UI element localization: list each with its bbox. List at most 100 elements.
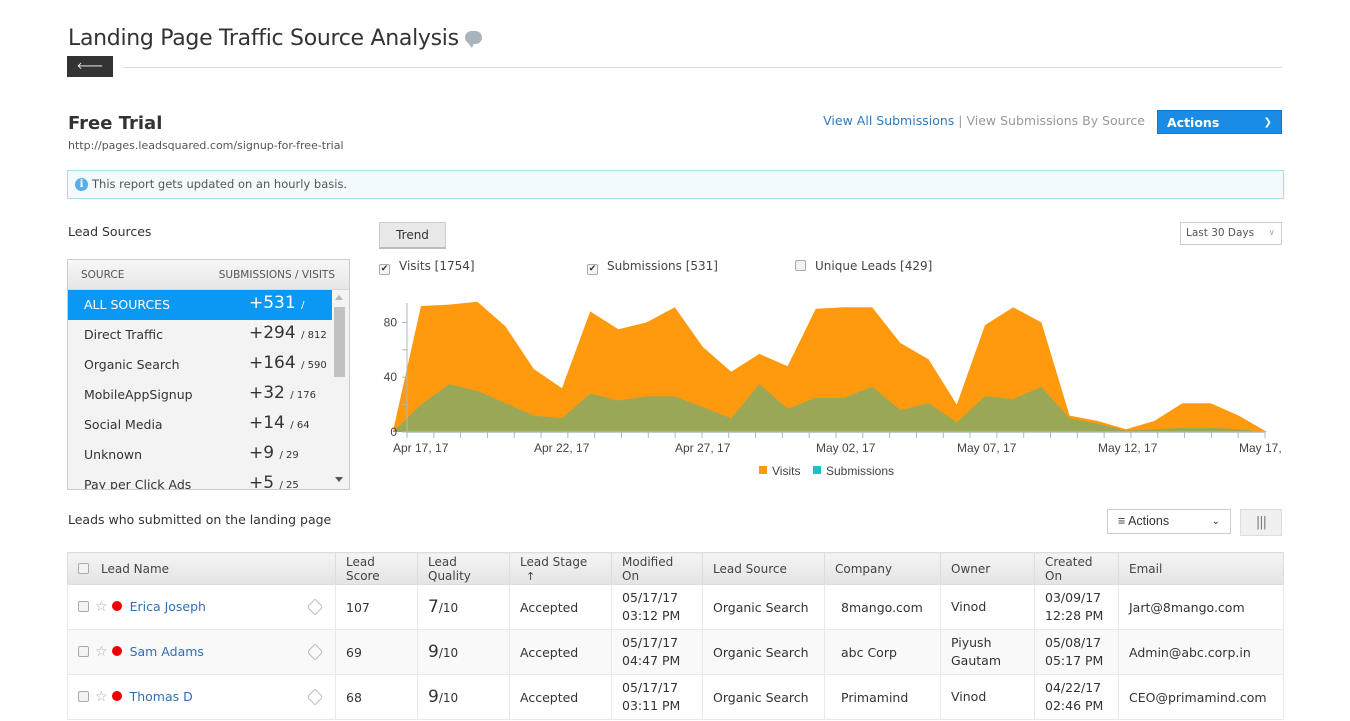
star-icon[interactable]: ☆ bbox=[95, 689, 108, 705]
table-row[interactable]: ☆ Sam Adams 69 9/10 Accepted 05/17/17 04:47 PM… bbox=[67, 629, 1284, 675]
created-date: 04/22/17 bbox=[1045, 680, 1102, 695]
comment-icon[interactable] bbox=[464, 31, 482, 48]
scroll-thumb[interactable] bbox=[334, 307, 345, 377]
column-header-created-on[interactable]: Created On bbox=[1034, 552, 1119, 585]
tag-icon[interactable] bbox=[306, 598, 324, 616]
lead-source-row[interactable]: Pay per Click Ads +5 / 25 bbox=[68, 470, 333, 490]
modified-time: 03:11 PM bbox=[622, 698, 681, 713]
checkbox-checked-icon[interactable]: ✔ bbox=[379, 264, 390, 275]
created-date: 03/09/17 bbox=[1045, 590, 1102, 605]
lead-name-link[interactable]: Erica Joseph bbox=[130, 599, 206, 614]
submissions-checkbox[interactable]: ✔ Submissions [531] bbox=[587, 258, 718, 275]
row-checkbox[interactable] bbox=[78, 646, 89, 657]
column-header-email[interactable]: Email bbox=[1118, 552, 1284, 585]
tag-icon[interactable] bbox=[306, 688, 324, 706]
columns-icon: ||| bbox=[1255, 515, 1267, 530]
created-time: 05:17 PM bbox=[1045, 653, 1104, 668]
star-icon[interactable]: ☆ bbox=[95, 644, 108, 660]
column-settings-button[interactable]: ||| bbox=[1240, 509, 1282, 536]
select-all-checkbox[interactable] bbox=[78, 562, 89, 574]
created-time: 12:28 PM bbox=[1045, 608, 1104, 623]
cell-lead-name: ☆ Thomas D bbox=[67, 674, 336, 720]
page-title: Landing Page Traffic Source Analysis bbox=[68, 26, 482, 51]
modified-date: 05/17/17 bbox=[622, 590, 679, 605]
view-submissions-by-source-link[interactable]: View Submissions By Source bbox=[966, 113, 1145, 128]
back-button[interactable]: 🡐 Back bbox=[67, 56, 113, 93]
checkbox-unchecked-icon[interactable] bbox=[795, 260, 806, 271]
x-tick-label: May 12, 17 bbox=[1098, 441, 1158, 455]
cell-created-on: 04/22/17 02:46 PM bbox=[1034, 674, 1119, 720]
submissions-count: +14 bbox=[249, 413, 285, 433]
source-column-header: SOURCE bbox=[81, 269, 125, 281]
submission-links: View All Submissions | View Submissions … bbox=[823, 113, 1145, 128]
row-checkbox[interactable] bbox=[78, 601, 89, 612]
submissions-count: +164 bbox=[249, 353, 296, 373]
lead-source-row[interactable]: Direct Traffic +294 / 812 bbox=[68, 320, 333, 350]
scrollbar[interactable] bbox=[332, 290, 347, 489]
column-header-lead-source[interactable]: Lead Source bbox=[702, 552, 825, 585]
landing-page-name: Free Trial bbox=[68, 113, 163, 134]
date-range-value: Last 30 Days bbox=[1186, 227, 1255, 239]
cell-lead-quality: 7/10 bbox=[417, 584, 510, 630]
cell-lead-quality: 9/10 bbox=[417, 674, 510, 720]
back-label: Back bbox=[77, 82, 103, 93]
lead-source-name: MobileAppSignup bbox=[84, 387, 193, 402]
column-header-modified-on[interactable]: Modified On bbox=[611, 552, 703, 585]
cell-lead-source: Organic Search bbox=[702, 674, 825, 720]
submissions-count: +9 bbox=[249, 443, 275, 463]
legend-label-visits: Visits bbox=[772, 464, 800, 478]
lead-source-row[interactable]: Organic Search +164 / 590 bbox=[68, 350, 333, 380]
view-all-submissions-link[interactable]: View All Submissions bbox=[823, 113, 954, 128]
visits-checkbox-label: Visits [1754] bbox=[399, 259, 475, 273]
chevron-down-icon: ❯ bbox=[1263, 117, 1272, 128]
checkbox-checked-icon[interactable]: ✔ bbox=[587, 264, 598, 275]
actions-dropdown[interactable]: Actions ❯ bbox=[1157, 110, 1282, 134]
column-header-lead-score[interactable]: Lead Score bbox=[335, 552, 418, 585]
lead-name-link[interactable]: Sam Adams bbox=[130, 644, 204, 659]
table-row[interactable]: ☆ Erica Joseph 107 7/10 Accepted 05/17/17 03:1… bbox=[67, 584, 1284, 630]
table-row[interactable]: ☆ Thomas D 68 9/10 Accepted 05/17/17 03:11 PM O… bbox=[67, 674, 1284, 720]
column-header-lead-stage[interactable]: Lead Stage ↑ bbox=[509, 552, 612, 585]
lead-source-row[interactable]: ALL SOURCES +531 / 1754 bbox=[68, 290, 333, 331]
lead-source-row[interactable]: Social Media +14 / 64 bbox=[68, 410, 333, 440]
visits-count: / 64 bbox=[290, 420, 310, 431]
submissions-count: +5 bbox=[249, 473, 275, 490]
lead-name-link[interactable]: Thomas D bbox=[130, 689, 193, 704]
column-header-owner[interactable]: Owner bbox=[940, 552, 1035, 585]
lead-source-name: ALL SOURCES bbox=[84, 297, 170, 312]
column-header-company[interactable]: Company bbox=[824, 552, 941, 585]
date-range-select[interactable]: Last 30 Days ∨ bbox=[1180, 222, 1282, 245]
scroll-down-icon[interactable] bbox=[335, 477, 343, 482]
column-header-lead-quality[interactable]: Lead Quality bbox=[417, 552, 510, 585]
submissions-checkbox-label: Submissions [531] bbox=[607, 259, 718, 273]
lead-source-metric: +14 / 64 bbox=[249, 413, 310, 433]
tag-icon[interactable] bbox=[306, 643, 324, 661]
lead-source-row[interactable]: Unknown +9 / 29 bbox=[68, 440, 333, 470]
modified-date: 05/17/17 bbox=[622, 680, 679, 695]
legend-swatch-submissions bbox=[813, 466, 821, 474]
scroll-up-icon[interactable] bbox=[335, 295, 343, 300]
row-checkbox[interactable] bbox=[78, 691, 89, 702]
owner-name-line2: Gautam bbox=[951, 653, 1002, 668]
cell-modified-on: 05/17/17 03:12 PM bbox=[611, 584, 703, 630]
column-header-lead-name[interactable]: Lead Name bbox=[67, 552, 336, 585]
table-actions-dropdown[interactable]: ≡ Actions ⌄ bbox=[1107, 509, 1231, 534]
visits-checkbox[interactable]: ✔ Visits [1754] bbox=[379, 258, 475, 275]
owner-name-line1: Vinod bbox=[951, 599, 987, 614]
star-icon[interactable]: ☆ bbox=[95, 599, 108, 615]
metric-column-header: SUBMISSIONS / VISITS bbox=[218, 269, 335, 281]
cell-lead-stage: Accepted bbox=[509, 584, 612, 630]
trend-tab[interactable]: Trend bbox=[379, 222, 446, 249]
cell-lead-score: 68 bbox=[335, 674, 418, 720]
x-tick-label: Apr 27, 17 bbox=[675, 441, 731, 455]
y-tick-label: 40 bbox=[384, 370, 398, 384]
status-dot-icon bbox=[111, 691, 122, 701]
actions-label: Actions bbox=[1167, 115, 1220, 130]
arrow-left-icon: 🡐 bbox=[76, 61, 104, 72]
owner-name-line1: Vinod bbox=[951, 689, 987, 704]
lead-source-row[interactable]: MobileAppSignup +32 / 176 bbox=[68, 380, 333, 410]
unique-leads-checkbox[interactable]: Unique Leads [429] bbox=[795, 258, 932, 274]
submissions-count: +531 bbox=[249, 293, 296, 313]
lead-source-name: Organic Search bbox=[84, 357, 180, 372]
chevron-down-icon: ∨ bbox=[1268, 228, 1275, 238]
